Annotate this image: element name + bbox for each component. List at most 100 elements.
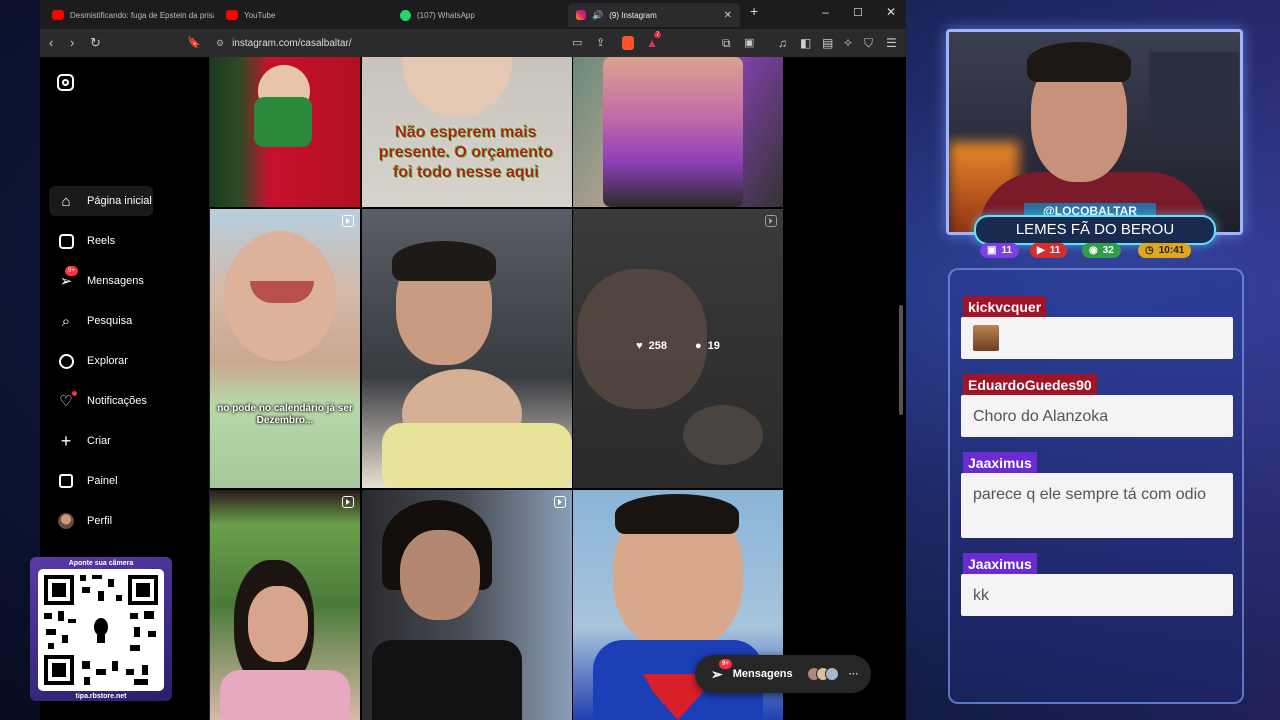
youtube-viewers: ▶ 11: [1030, 243, 1068, 258]
qr-donation-card: Aponte sua câmera tipa.rbstore.net: [30, 557, 172, 701]
stream-title: LEMES FÃ DO BEROU: [974, 215, 1216, 245]
chat-username: kickvcquer: [963, 296, 1047, 318]
post-thumbnail[interactable]: [362, 490, 572, 720]
avatar: [824, 667, 839, 681]
comment-icon: ●: [694, 340, 702, 352]
minimize-icon[interactable]: –: [822, 5, 829, 19]
browser-toolbar: ‹ › ↻ 🔖 ⚙ instagram.com/casalbaltar/ ▭ ⇪…: [40, 29, 905, 57]
post-thumbnail[interactable]: [210, 57, 360, 207]
nav-messages[interactable]: ➢ 9+ Mensagens: [49, 266, 193, 296]
qr-footer-url: tipa.rbstore.net: [75, 693, 127, 700]
whatsapp-icon: [400, 9, 411, 21]
emote-image: [973, 325, 999, 351]
tab-whatsapp[interactable]: (107) WhatsApp: [392, 3, 564, 27]
dashboard-icon: [57, 472, 75, 490]
plus-icon: +: [60, 430, 72, 451]
leo-icon[interactable]: ✧: [843, 35, 853, 51]
heart-icon: ♥: [636, 340, 643, 352]
speaker-icon: 🔊: [592, 9, 604, 20]
forward-icon[interactable]: ›: [70, 35, 74, 51]
post-thumbnail[interactable]: no pode no calendário já ser Dezembro...: [210, 209, 360, 488]
qr-code: [38, 569, 164, 691]
chat-username: Jaaximus: [963, 452, 1037, 474]
chat-username: Jaaximus: [963, 553, 1037, 575]
chat-message: parece q ele sempre tá com odio: [961, 473, 1233, 538]
url-text: instagram.com/casalbaltar/: [232, 37, 352, 49]
notification-dot: [72, 391, 77, 396]
reels-icon: [57, 232, 75, 250]
brave-shield-icon[interactable]: [622, 36, 634, 50]
post-thumbnail[interactable]: [573, 57, 783, 207]
stream-clock: ◷ 10:41: [1138, 243, 1192, 258]
clock-icon: ◷: [1145, 245, 1154, 256]
screenshot-icon[interactable]: ▣: [744, 35, 754, 51]
share-icon[interactable]: ⇪: [596, 35, 605, 51]
site-settings-icon[interactable]: ⚙: [216, 38, 224, 49]
qr-caption: Aponte sua câmera: [68, 560, 134, 567]
tab-instagram[interactable]: 🔊 (9) Instagram ✕: [568, 3, 740, 27]
post-caption-overlay: Não esperem mais presente. O orçamento f…: [378, 124, 554, 181]
close-tab-icon[interactable]: ✕: [724, 10, 732, 21]
nav-create[interactable]: + Criar: [49, 426, 193, 456]
likes-count: ♥ 258: [636, 340, 667, 352]
nav-profile[interactable]: Perfil: [49, 506, 193, 536]
new-tab-icon[interactable]: +: [750, 3, 758, 19]
messages-icon: ➢ 9+: [57, 266, 78, 290]
close-window-icon[interactable]: ✕: [886, 5, 896, 19]
home-icon: ⌂: [61, 192, 71, 210]
extensions-icon[interactable]: ⧉: [722, 35, 731, 51]
twitch-viewers: ▣ 11: [980, 243, 1020, 258]
chat-message: [961, 317, 1233, 359]
more-icon[interactable]: ···: [849, 669, 859, 680]
reel-icon: [554, 496, 566, 508]
instagram-logo-icon[interactable]: [57, 74, 74, 91]
nav-reels[interactable]: Reels: [49, 226, 193, 256]
back-icon[interactable]: ‹: [49, 35, 53, 51]
bookmark-icon[interactable]: 🔖: [187, 35, 201, 51]
comments-count: ● 19: [694, 340, 720, 352]
nav-home[interactable]: ⌂ Página inicial: [49, 186, 153, 216]
messages-floating-button[interactable]: ➢ 9+ Mensagens ···: [695, 655, 871, 693]
wallet-icon[interactable]: ▤: [822, 35, 833, 51]
twitch-icon: ▣: [987, 245, 997, 256]
cast-icon[interactable]: ▭: [572, 35, 582, 51]
post-thumbnail[interactable]: [210, 490, 360, 720]
heart-icon: ♡: [57, 391, 77, 410]
chat-message: Choro do Alanzoka: [961, 395, 1233, 437]
search-icon: ⌕: [61, 312, 71, 330]
qr-code-graphic: [44, 575, 158, 685]
messages-badge: 9+: [65, 266, 78, 276]
kick-icon: ◉: [1089, 245, 1098, 256]
kick-viewers: ◉ 32: [1082, 243, 1121, 258]
nav-explore[interactable]: Explorar: [49, 346, 193, 376]
reel-icon: [342, 496, 354, 508]
reel-icon: [765, 215, 777, 227]
reload-icon[interactable]: ↻: [90, 35, 101, 51]
sidebar-toggle-icon[interactable]: ◧: [800, 35, 811, 51]
post-caption-overlay: no pode no calendário já ser Dezembro...: [217, 403, 353, 426]
post-thumbnail[interactable]: ♥ 258 ● 19: [573, 209, 783, 488]
nav-notifications[interactable]: ♡ Notificações: [49, 386, 193, 416]
menu-icon[interactable]: ☰: [886, 35, 897, 51]
recent-contacts: [806, 667, 839, 681]
maximize-icon[interactable]: ☐: [853, 6, 863, 19]
tab-youtube-video[interactable]: Desmistificando: fuga de Epstein da pris…: [44, 3, 214, 27]
vpn-icon[interactable]: ⛉: [864, 35, 873, 51]
youtube-icon: [226, 10, 238, 20]
chat-username: EduardoGuedes90: [963, 374, 1097, 396]
explore-icon: [57, 352, 75, 370]
avatar: [58, 513, 74, 529]
youtube-icon: ▶: [1037, 245, 1045, 256]
post-thumbnail[interactable]: Não esperem mais presente. O orçamento f…: [362, 57, 572, 207]
instagram-icon: [576, 10, 586, 20]
nav-dashboard[interactable]: Painel: [49, 466, 193, 496]
tab-bar: Desmistificando: fuga de Epstein da pris…: [40, 0, 905, 29]
post-thumbnail[interactable]: [362, 209, 572, 488]
nav-search[interactable]: ⌕ Pesquisa: [49, 306, 193, 336]
tab-youtube[interactable]: YouTube: [218, 3, 390, 27]
scroll-thumb[interactable]: [899, 305, 903, 415]
media-icon[interactable]: ♫: [778, 35, 787, 51]
post-grid: Não esperem mais presente. O orçamento f…: [210, 57, 783, 720]
messages-pill-badge: 9+: [719, 658, 732, 669]
page-scrollbar[interactable]: [898, 65, 904, 715]
